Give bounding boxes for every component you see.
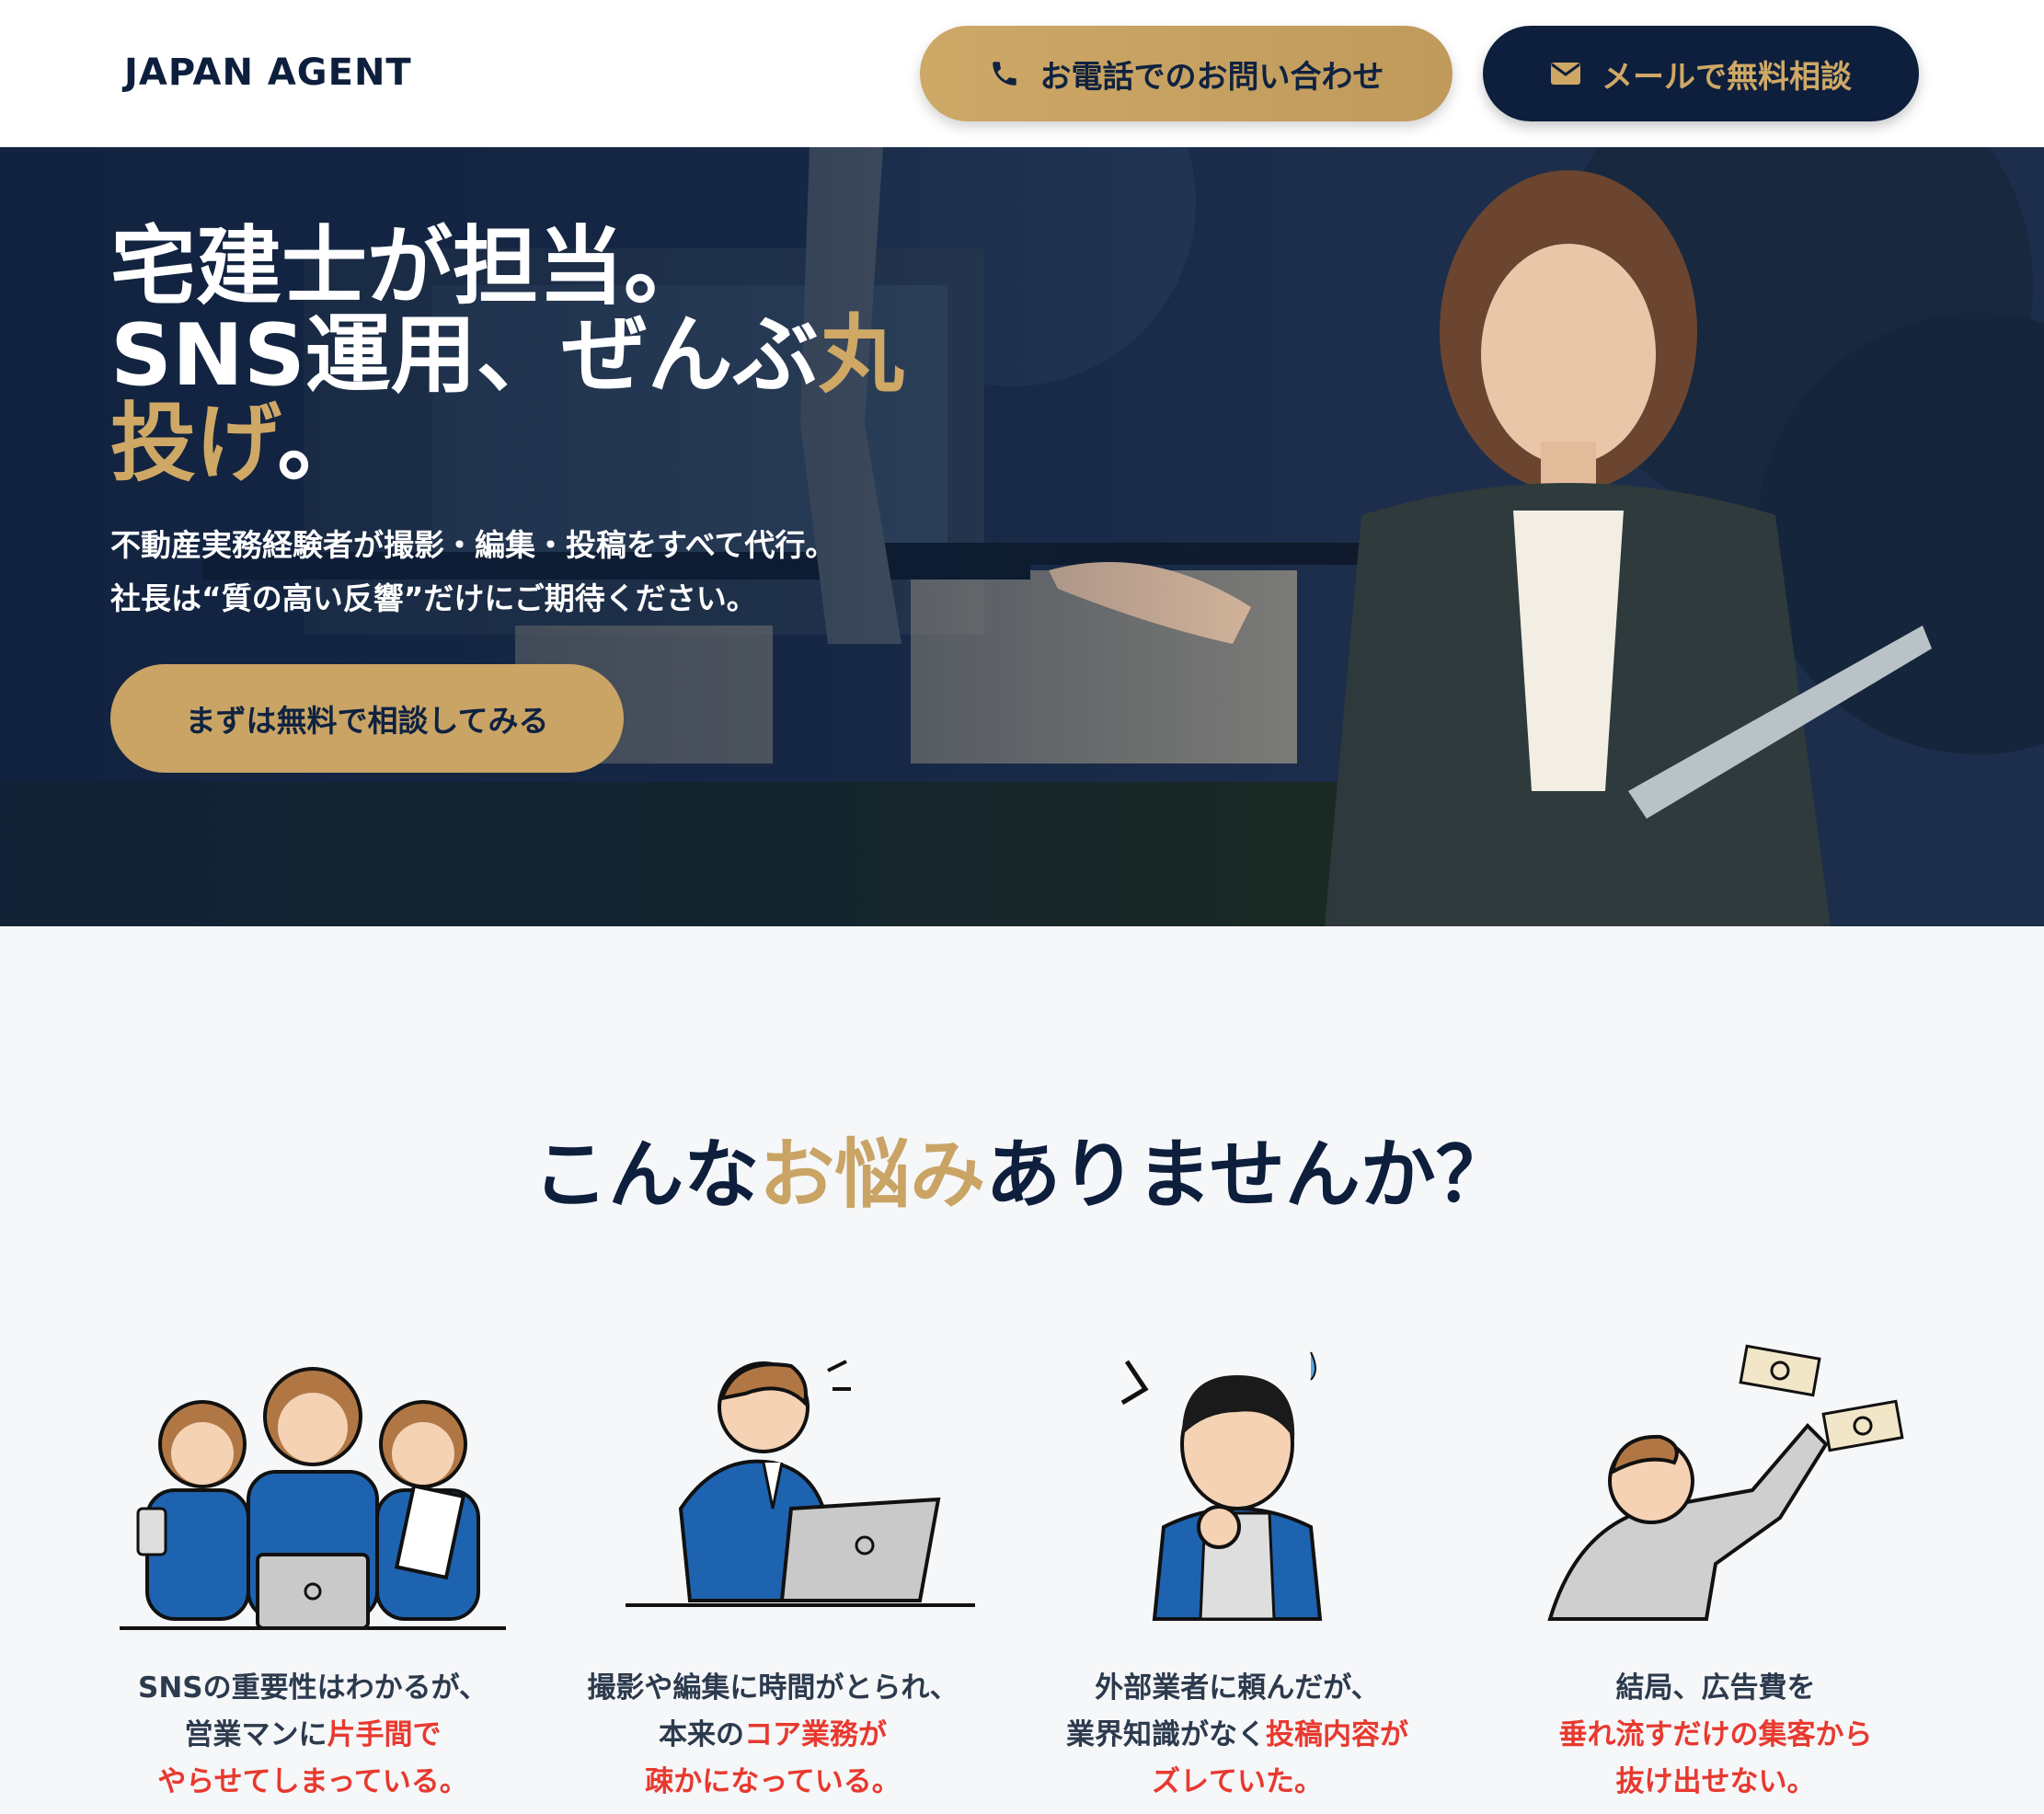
hero-subtitle-line2: 社長は“質の高い反響”だけにご期待ください。 <box>110 580 757 616</box>
hero-title-highlight-2: 投げ <box>110 394 278 493</box>
problem-2-line3: 疎かになっている。 <box>645 1765 901 1798</box>
problem-2-line1: 撮影や編集に時間がとられ、 <box>587 1671 959 1705</box>
problem-4-highlight: 垂れ流すだけの集客から <box>1558 1718 1873 1751</box>
hero-subtitle-line1: 不動産実務経験者が撮影・編集・投稿をすべて代行。 <box>110 527 836 563</box>
problem-3-highlight: 投稿内容が <box>1266 1718 1408 1751</box>
hero-title-highlight-1: 丸 <box>818 305 904 405</box>
problems-heading: こんなお悩みありませんか？ <box>0 1113 2044 1223</box>
mail-consult-button[interactable]: メールで無料相談 <box>1483 26 1919 121</box>
hero-subtitle: 不動産実務経験者が撮影・編集・投稿をすべて代行。 社長は“質の高い反響”だけにご… <box>110 519 1030 626</box>
problem-3-line1: 外部業者に頼んだが、 <box>1095 1671 1380 1705</box>
problem-3-line2: 業界知識がなく <box>1066 1718 1266 1751</box>
problem-1-line1: SNSの重要性はわかるが、 <box>138 1671 488 1705</box>
problem-4-line1: 結局、広告費を <box>1615 1671 1816 1705</box>
problem-1-highlight: 片手間で <box>327 1718 442 1751</box>
site-header: JAPAN AGENT お電話でのお問い合わせ メールで無料相談 <box>0 0 2044 147</box>
site-logo[interactable]: JAPAN AGENT <box>124 52 412 94</box>
phone-icon <box>989 58 1020 89</box>
problem-card-3: 外部業者に頼んだが、 業界知識がなく投稿内容が ズレていた。 <box>1007 1325 1467 1798</box>
hero-title-line2: SNS運用、ぜんぶ <box>110 305 819 405</box>
problem-card-4: 結局、広告費を 垂れ流すだけの集客から 抜け出せない。 <box>1486 1325 1946 1798</box>
problem-2-highlight: コア業務が <box>744 1718 887 1751</box>
problem-2-line2: 本来の <box>659 1718 744 1751</box>
busy-worker-illustration <box>626 1360 975 1607</box>
problems-heading-c: ありませんか？ <box>985 1131 1511 1219</box>
mail-icon <box>1550 62 1581 86</box>
problems-heading-highlight: お悩み <box>759 1131 986 1219</box>
problem-card-2: 撮影や編集に時間がとられ、 本来のコア業務が 疎かになっている。 <box>543 1325 1003 1798</box>
problem-text-3: 外部業者に頼んだが、 業界知識がなく投稿内容が ズレていた。 <box>1007 1665 1467 1806</box>
hero-section: 宅建士が担当。 SNS運用、ぜんぶ丸 投げ。 不動産実務経験者が撮影・編集・投稿… <box>0 147 2044 926</box>
problem-text-2: 撮影や編集に時間がとられ、 本来のコア業務が 疎かになっている。 <box>543 1665 1003 1806</box>
problem-1-line3: やらせてしまっている。 <box>157 1765 468 1798</box>
money-flying-illustration <box>1547 1344 1904 1621</box>
hero-title: 宅建士が担当。 SNS運用、ぜんぶ丸 投げ。 <box>110 223 920 488</box>
phone-contact-label: お電話でのお問い合わせ <box>1039 58 1384 96</box>
problem-4-line3: 抜け出せない。 <box>1615 1765 1816 1798</box>
problem-1-line2: 営業マンに <box>184 1718 327 1751</box>
problem-text-4: 結局、広告費を 垂れ流すだけの集客から 抜け出せない。 <box>1486 1665 1946 1806</box>
busy-staff-illustration <box>120 1367 506 1630</box>
troubled-man-illustration <box>1120 1351 1323 1621</box>
free-consult-cta-button[interactable]: まずは無料で相談してみる <box>110 664 624 773</box>
problem-card-1: SNSの重要性はわかるが、 営業マンに片手間で やらせてしまっている。 <box>83 1325 543 1798</box>
hero-title-line1: 宅建士が担当。 <box>110 217 709 316</box>
mail-consult-label: メールで無料相談 <box>1602 58 1852 96</box>
problems-heading-a: こんな <box>533 1131 760 1219</box>
hero-title-period: 。 <box>277 394 363 493</box>
phone-contact-button[interactable]: お電話でのお問い合わせ <box>920 26 1453 121</box>
problem-text-1: SNSの重要性はわかるが、 営業マンに片手間で やらせてしまっている。 <box>83 1665 543 1806</box>
problem-3-line3: ズレていた。 <box>1152 1765 1323 1798</box>
